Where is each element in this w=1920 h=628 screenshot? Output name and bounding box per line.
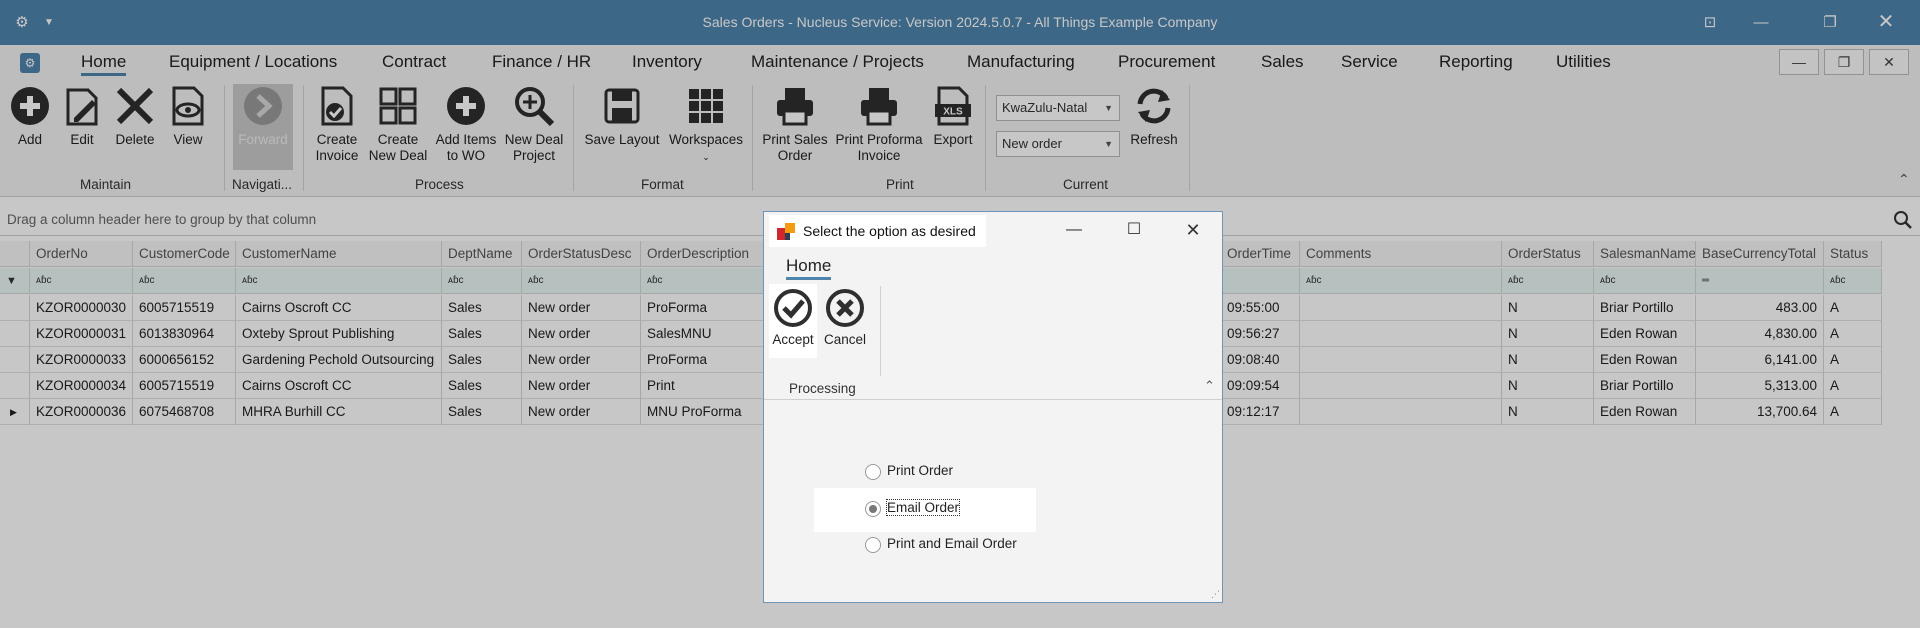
dialog-maximize-button[interactable]: ☐	[1112, 216, 1156, 244]
collapse-dialog-ribbon-icon[interactable]: ⌃	[1204, 378, 1215, 394]
radio-button[interactable]	[865, 464, 881, 480]
resize-grip-icon[interactable]: ⋰	[1211, 589, 1220, 600]
accept-check-icon	[774, 289, 812, 327]
app-logo-icon	[777, 223, 795, 240]
dialog-tab-home[interactable]: Home	[786, 256, 832, 280]
accept-button[interactable]: Accept	[769, 284, 817, 358]
select-option-dialog: Select the option as desired — ☐ ✕ Home …	[763, 211, 1223, 603]
cancel-button[interactable]: Cancel	[821, 284, 869, 358]
dialog-group-separator	[880, 286, 881, 376]
dialog-ribbon-divider	[764, 399, 1222, 400]
dialog-group-label: Processing	[789, 381, 856, 396]
radio-button[interactable]	[865, 537, 881, 553]
radio-button-selected[interactable]	[865, 501, 881, 517]
dialog-close-button[interactable]: ✕	[1171, 216, 1215, 244]
cancel-x-icon	[826, 289, 864, 327]
dialog-title: Select the option as desired	[769, 215, 986, 247]
dialog-minimize-button[interactable]: —	[1052, 216, 1096, 244]
